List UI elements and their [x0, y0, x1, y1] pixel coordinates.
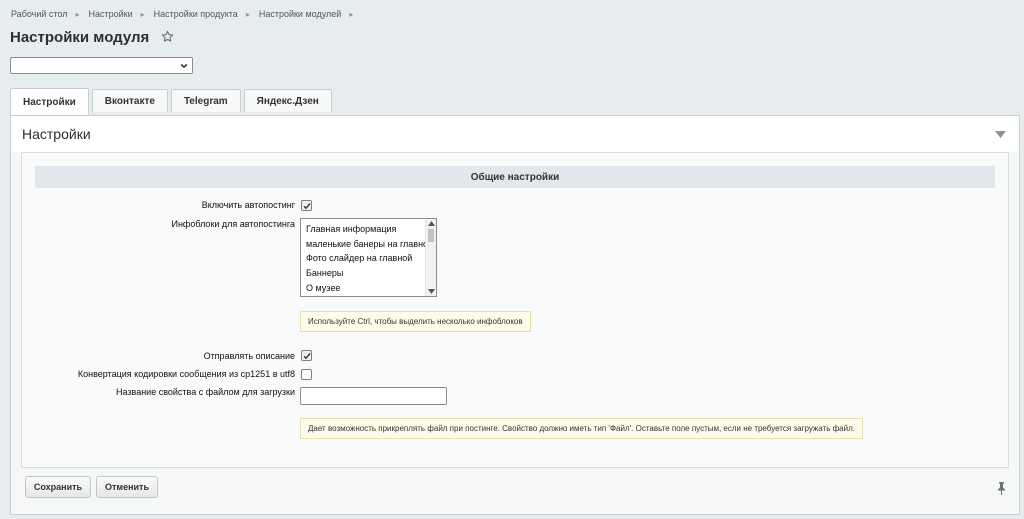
checkmark-icon — [303, 353, 311, 360]
breadcrumb-item-desktop[interactable]: Рабочий стол — [11, 9, 68, 19]
list-item[interactable]: О музее — [301, 281, 428, 296]
breadcrumb-separator-icon: ▸ — [75, 9, 80, 19]
chevron-down-icon — [180, 63, 188, 69]
settings-form: Общие настройки Включить автопостинг Инф… — [21, 152, 1009, 468]
breadcrumb-item-module-settings[interactable]: Настройки модулей — [259, 9, 341, 19]
collapse-arrow-icon[interactable] — [995, 131, 1006, 138]
tab-bar: Настройки Вконтакте Telegram Яндекс.Дзен — [10, 88, 335, 115]
section-header: Общие настройки — [35, 166, 995, 188]
breadcrumb: Рабочий стол ▸ Настройки ▸ Настройки про… — [11, 9, 362, 19]
settings-panel: Настройки Общие настройки Включить автоп… — [10, 115, 1020, 515]
convert-encoding-label: Конвертация кодировки сообщения из cp125… — [77, 369, 295, 379]
tab-telegram[interactable]: Telegram — [170, 89, 241, 112]
site-select[interactable] — [10, 57, 193, 74]
send-description-checkbox[interactable] — [301, 350, 312, 361]
tab-vkontakte[interactable]: Вконтакте — [91, 89, 168, 112]
send-description-label: Отправлять описание — [203, 351, 295, 361]
scroll-up-icon[interactable] — [428, 221, 435, 226]
breadcrumb-separator-icon: ▸ — [140, 9, 145, 19]
scroll-down-icon[interactable] — [428, 289, 435, 294]
breadcrumb-item-settings[interactable]: Настройки — [89, 9, 133, 19]
tab-yandex-zen[interactable]: Яндекс.Дзен — [243, 89, 332, 112]
cancel-button[interactable]: Отменить — [96, 476, 158, 498]
scrollbar-thumb[interactable] — [428, 229, 434, 242]
convert-encoding-checkbox[interactable] — [301, 369, 312, 380]
listbox-scrollbar[interactable] — [425, 219, 436, 296]
checkmark-icon — [303, 203, 311, 210]
autopost-label: Включить автопостинг — [201, 200, 295, 210]
list-item[interactable]: Фото слайдер на главной — [301, 251, 428, 266]
file-property-input[interactable] — [300, 387, 447, 405]
pin-icon[interactable] — [997, 482, 1006, 495]
panel-title: Настройки — [22, 126, 91, 142]
autopost-checkbox[interactable] — [301, 200, 312, 211]
file-property-hint: Дает возможность прикреплять файл при по… — [300, 418, 863, 439]
save-button[interactable]: Сохранить — [25, 476, 91, 498]
star-icon[interactable] — [161, 30, 174, 43]
list-item[interactable]: Главная информация — [301, 222, 428, 237]
iblocks-hint: Используйте Ctrl, чтобы выделить несколь… — [300, 311, 531, 332]
list-item[interactable]: Баннеры — [301, 266, 428, 281]
breadcrumb-separator-icon: ▸ — [349, 9, 354, 19]
breadcrumb-separator-icon: ▸ — [245, 9, 250, 19]
file-property-label: Название свойства с файлом для загрузки — [115, 387, 295, 397]
page-title: Настройки модуля — [10, 29, 150, 46]
iblocks-label: Инфоблоки для автопостинга — [171, 219, 295, 229]
tab-settings[interactable]: Настройки — [10, 88, 89, 115]
list-item[interactable]: маленькие банеры на главной — [301, 237, 428, 252]
iblocks-listbox[interactable]: Главная информация маленькие банеры на г… — [300, 218, 437, 297]
breadcrumb-item-product-settings[interactable]: Настройки продукта — [154, 9, 238, 19]
panel-header: Настройки — [11, 116, 1019, 152]
